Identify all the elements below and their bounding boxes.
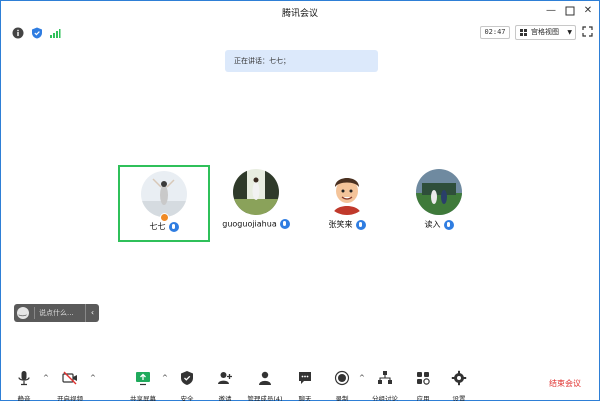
view-mode-label: 宫格视图 — [531, 28, 559, 36]
share-screen-button[interactable]: 共享屏幕 — [127, 366, 159, 401]
participant-name: 七七 — [120, 221, 208, 232]
minimize-icon[interactable]: — — [544, 4, 558, 18]
avatar — [416, 169, 462, 215]
grid-view-icon — [520, 29, 528, 37]
video-button[interactable]: 开启视频 — [53, 366, 87, 401]
emoji-icon[interactable] — [17, 303, 29, 321]
chevron-up-icon[interactable]: ^ — [162, 374, 168, 382]
add-user-icon — [218, 372, 232, 384]
chevron-up-icon[interactable]: ^ — [359, 374, 365, 382]
avatar — [141, 171, 187, 217]
meeting-window: 腾讯会议 — ✕ 02:47 宫格视图 ▼ 正在讲话：七七； 七七 guoguo… — [0, 0, 600, 401]
mic-icon — [279, 219, 290, 229]
avatar — [233, 169, 279, 215]
end-meeting-button[interactable]: 结束会议 — [549, 378, 581, 389]
info-icon[interactable] — [12, 27, 24, 39]
chevron-up-icon[interactable]: ^ — [90, 374, 96, 382]
participant-tile-duru[interactable]: 读入 — [393, 165, 485, 241]
mute-button[interactable]: 静音 — [11, 366, 37, 401]
title-bar: 腾讯会议 — ✕ — [1, 1, 599, 23]
manage-members-button[interactable]: 管理成员(4) — [245, 366, 285, 401]
participant-tile-guoguojiahua[interactable]: guoguojiahua — [210, 165, 302, 241]
chat-quick-input[interactable]: 说点什么... ‹ — [14, 303, 99, 322]
video-off-icon — [62, 371, 77, 385]
participant-name: guoguojiahua — [210, 219, 302, 229]
bottom-toolbar: 静音 ^ 开启视频 ^ 共享屏幕 ^ 安全 邀请 管理成员(4) 聊天 录制 ^… — [1, 366, 599, 401]
chat-placeholder: 说点什么... — [39, 309, 74, 317]
participant-tile-zhangxiaolai[interactable]: 张笑来 — [301, 165, 393, 241]
meeting-timer: 02:47 — [480, 26, 510, 39]
settings-button[interactable]: 设置 — [447, 366, 471, 401]
participant-name: 读入 — [393, 219, 485, 230]
fullscreen-icon[interactable] — [582, 26, 593, 37]
speaking-notice: 正在讲话：七七； — [225, 50, 378, 72]
participant-name: 张笑来 — [301, 219, 393, 230]
mic-icon — [355, 219, 366, 230]
mic-icon — [443, 219, 454, 230]
shield-icon — [181, 371, 193, 385]
signal-icon[interactable] — [49, 27, 61, 39]
divider — [34, 307, 35, 319]
close-icon[interactable]: ✕ — [581, 4, 595, 18]
breakout-rooms-button[interactable]: 分组讨论 — [369, 366, 401, 401]
mic-icon — [168, 221, 179, 232]
breakout-icon — [378, 371, 392, 384]
shield-icon[interactable] — [31, 27, 43, 39]
window-title: 腾讯会议 — [281, 9, 318, 19]
view-mode-button[interactable]: 宫格视图 ▼ — [515, 25, 576, 40]
chevron-left-icon[interactable]: ‹ — [85, 304, 99, 322]
apps-grid-icon — [417, 372, 430, 385]
chevron-up-icon[interactable]: ^ — [43, 374, 49, 382]
participant-tile-qiqi[interactable]: 七七 — [118, 165, 210, 242]
maximize-icon[interactable] — [563, 4, 577, 18]
share-screen-icon — [136, 372, 150, 386]
chat-button[interactable]: 聊天 — [293, 366, 317, 401]
record-icon — [334, 370, 350, 386]
microphone-icon — [18, 371, 30, 386]
apps-button[interactable]: 应用 — [411, 366, 435, 401]
security-button[interactable]: 安全 — [175, 366, 199, 401]
invite-button[interactable]: 邀请 — [213, 366, 237, 401]
members-icon — [259, 371, 271, 385]
record-button[interactable]: 录制 — [330, 366, 354, 401]
gear-icon — [451, 370, 467, 386]
chevron-down-icon: ▼ — [567, 29, 572, 36]
avatar — [324, 169, 370, 215]
chat-icon — [299, 372, 311, 384]
